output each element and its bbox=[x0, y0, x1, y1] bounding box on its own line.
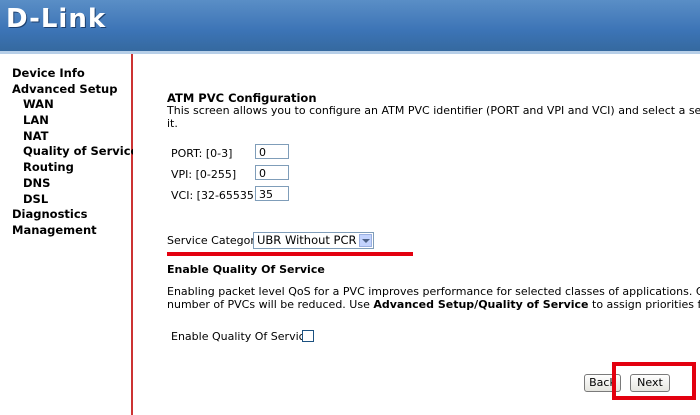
sidebar-menu: Device Info Advanced Setup WAN LAN NAT Q… bbox=[12, 66, 138, 239]
qos-desc-text: to assign priorities for the applica bbox=[592, 298, 700, 311]
qos-description-line: number of PVCs will be reduced. Use Adva… bbox=[167, 298, 700, 311]
vpi-input[interactable]: 0 bbox=[255, 165, 289, 180]
sidebar-item-device-info[interactable]: Device Info bbox=[12, 66, 138, 82]
main-content: ATM PVC Configuration This screen allows… bbox=[133, 54, 700, 415]
sidebar: Device Info Advanced Setup WAN LAN NAT Q… bbox=[0, 54, 138, 415]
description-line: This screen allows you to configure an A… bbox=[167, 104, 700, 117]
vci-label: VCI: [32-65535] bbox=[171, 189, 259, 202]
sidebar-item-advanced-setup[interactable]: Advanced Setup bbox=[12, 82, 138, 98]
description-line: it. bbox=[167, 117, 178, 130]
highlight-box bbox=[612, 362, 696, 400]
sidebar-item-dsl[interactable]: DSL bbox=[12, 192, 138, 208]
page-description: This screen allows you to configure an A… bbox=[167, 104, 700, 130]
vci-input[interactable]: 35 bbox=[255, 186, 289, 201]
sidebar-item-nat[interactable]: NAT bbox=[12, 129, 138, 145]
chevron-down-icon[interactable] bbox=[359, 234, 372, 247]
sidebar-item-lan[interactable]: LAN bbox=[12, 113, 138, 129]
port-input[interactable]: 0 bbox=[255, 144, 289, 159]
sidebar-item-diagnostics[interactable]: Diagnostics bbox=[12, 207, 138, 223]
highlight-underline bbox=[167, 252, 413, 256]
port-label: PORT: [0-3] bbox=[171, 147, 233, 160]
sidebar-item-routing[interactable]: Routing bbox=[12, 160, 138, 176]
qos-checkbox[interactable] bbox=[302, 330, 314, 342]
header-banner: D-Link bbox=[0, 0, 700, 51]
qos-desc-text: number of PVCs will be reduced. Use bbox=[167, 298, 374, 311]
service-category-select[interactable]: UBR Without PCR bbox=[253, 232, 374, 249]
qos-description-line: Enabling packet level QoS for a PVC impr… bbox=[167, 285, 700, 298]
sidebar-item-dns[interactable]: DNS bbox=[12, 176, 138, 192]
qos-desc-link-text: Advanced Setup/Quality of Service bbox=[373, 298, 589, 311]
qos-checkbox-label: Enable Quality Of Service bbox=[171, 330, 312, 343]
qos-heading: Enable Quality Of Service bbox=[167, 263, 325, 276]
dlink-logo: D-Link bbox=[6, 4, 107, 34]
sidebar-item-wan[interactable]: WAN bbox=[12, 97, 138, 113]
service-category-label: Service Category: bbox=[167, 234, 265, 247]
sidebar-item-management[interactable]: Management bbox=[12, 223, 138, 239]
qos-description: Enabling packet level QoS for a PVC impr… bbox=[167, 285, 700, 311]
vpi-label: VPI: [0-255] bbox=[171, 168, 237, 181]
service-category-value: UBR Without PCR bbox=[257, 233, 357, 247]
sidebar-item-quality-of-service[interactable]: Quality of Service bbox=[12, 144, 138, 160]
page-title: ATM PVC Configuration bbox=[167, 91, 317, 105]
